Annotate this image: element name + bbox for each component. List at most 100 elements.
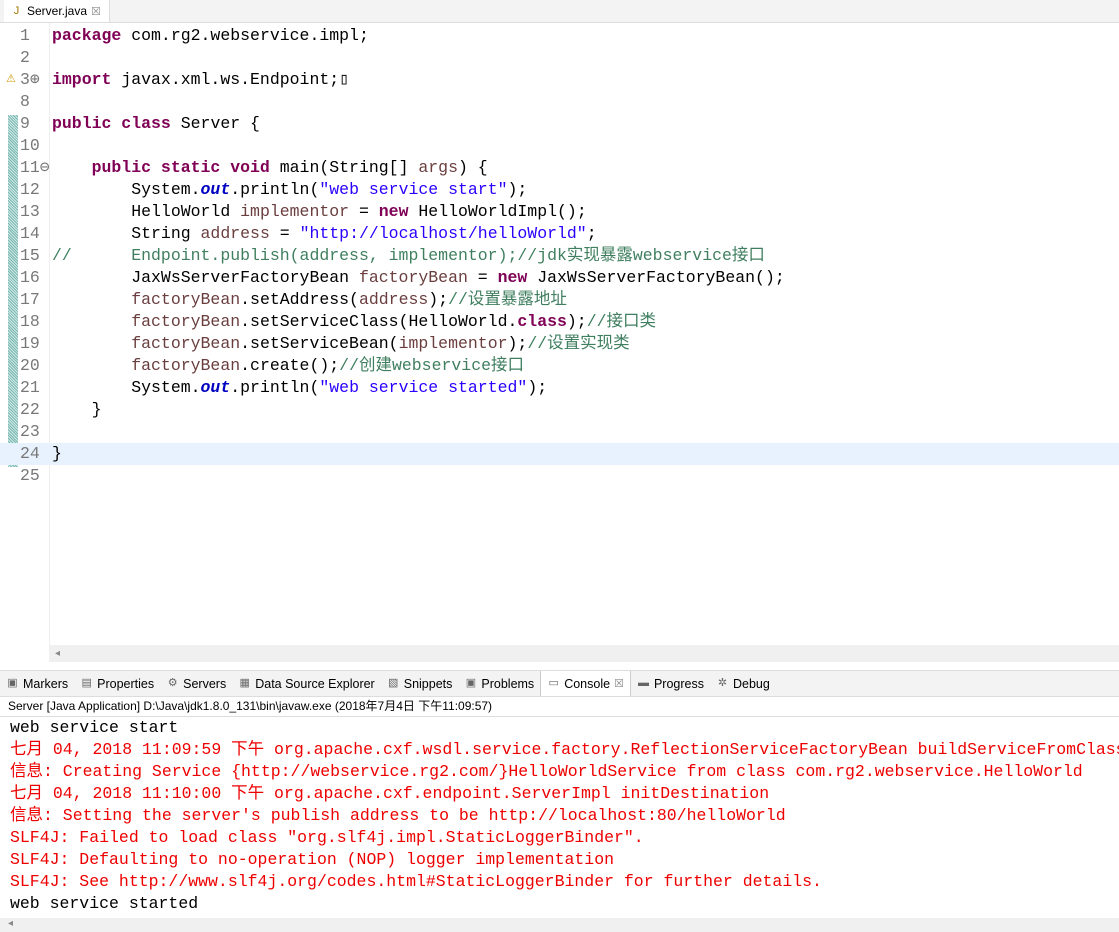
code-text: // Endpoint.publish(address, implementor… <box>52 245 765 267</box>
line-number: 3⊕ <box>20 70 40 89</box>
code-token: ); <box>507 334 528 353</box>
code-token: factoryBean <box>52 312 241 331</box>
code-line[interactable]: 2 <box>0 47 1119 69</box>
close-icon[interactable]: ☒ <box>614 677 624 690</box>
snippets-icon: ▧ <box>388 677 399 689</box>
code-token: } <box>52 444 62 463</box>
code-line[interactable]: 22 } <box>0 399 1119 421</box>
code-token: .setAddress( <box>240 290 359 309</box>
code-token: ); <box>527 378 548 397</box>
code-token: .println( <box>230 378 320 397</box>
code-line[interactable]: 9 public class Server { <box>0 113 1119 135</box>
code-text: System.out.println("web service started"… <box>52 377 547 399</box>
editor-tab-title: Server.java <box>27 4 88 18</box>
code-token: //创建webservice接口 <box>339 356 524 375</box>
code-line[interactable]: 13 HelloWorld implementor = new HelloWor… <box>0 201 1119 223</box>
tab-console[interactable]: ▭ Console ☒ <box>540 671 631 696</box>
progress-icon: ▬ <box>637 677 649 689</box>
tab-properties[interactable]: ▤ Properties <box>74 671 160 696</box>
console-line: web service started <box>10 894 199 913</box>
console-line: SLF4J: Failed to load class "org.slf4j.i… <box>10 828 644 847</box>
code-token: String <box>52 224 201 243</box>
code-line[interactable]: 19 factoryBean.setServiceBean(implemento… <box>0 333 1119 355</box>
code-token: System. <box>52 180 201 199</box>
code-token: javax.xml.ws.Endpoint; <box>121 70 340 89</box>
code-token: "web service start" <box>319 180 508 199</box>
console-line: 信息: Creating Service {http://webservice.… <box>10 762 1083 781</box>
code-token: factoryBean <box>358 268 468 287</box>
code-line[interactable]: 18 factoryBean.setServiceClass(HelloWorl… <box>0 311 1119 333</box>
line-number: 10 <box>20 136 40 155</box>
code-token: ▯ <box>339 70 350 89</box>
code-token: .println( <box>230 180 320 199</box>
code-text: factoryBean.setAddress(address);//设置暴露地址 <box>52 289 567 311</box>
code-line[interactable]: 23 <box>0 421 1119 443</box>
line-number: 8 <box>20 92 30 111</box>
tab-servers[interactable]: ⚙ Servers <box>160 671 232 696</box>
code-token: HelloWorld <box>52 202 241 221</box>
code-token: .setServiceBean( <box>240 334 399 353</box>
properties-icon: ▤ <box>81 677 92 689</box>
code-editor[interactable]: ⚠ 1 package com.rg2.webservice.impl; 2 3⊕ im… <box>0 23 1119 645</box>
console-line: web service start <box>10 718 179 737</box>
servers-icon: ⚙ <box>167 677 178 689</box>
tab-problems[interactable]: ▣ Problems <box>458 671 540 696</box>
line-number: 19 <box>20 334 40 353</box>
code-text: factoryBean.setServiceBean(implementor);… <box>52 333 630 355</box>
code-text: } <box>52 399 102 421</box>
tab-label: Markers <box>23 676 69 691</box>
code-token: class <box>517 312 567 331</box>
console-line: 七月 04, 2018 11:09:59 下午 org.apache.cxf.w… <box>10 740 1119 759</box>
editor-tab-server-java[interactable]: J Server.java ☒ <box>4 0 110 22</box>
code-line[interactable]: 1 package com.rg2.webservice.impl; <box>0 25 1119 47</box>
code-line[interactable]: 12 System.out.println("web service start… <box>0 179 1119 201</box>
tab-label: Console <box>564 676 611 691</box>
line-number: 1 <box>20 26 30 45</box>
code-token: implementor <box>240 202 350 221</box>
code-line[interactable]: 21 System.out.println("web service start… <box>0 377 1119 399</box>
code-line[interactable]: 10 <box>0 135 1119 157</box>
line-number: 21 <box>20 378 40 397</box>
code-line[interactable]: 17 factoryBean.setAddress(address);//设置暴… <box>0 289 1119 311</box>
tab-snippets[interactable]: ▧ Snippets <box>381 671 459 696</box>
code-token: ) { <box>457 158 488 177</box>
code-text: factoryBean.create();//创建webservice接口 <box>52 355 524 377</box>
tab-progress[interactable]: ▬ Progress <box>631 671 710 696</box>
tab-label: Servers <box>183 676 227 691</box>
code-token: import <box>52 70 122 89</box>
tab-data-source-explorer[interactable]: ▦ Data Source Explorer <box>232 671 381 696</box>
console-horizontal-scrollbar[interactable]: ◂ <box>0 918 1119 932</box>
line-number: 12 <box>20 180 40 199</box>
code-line[interactable]: 3⊕ import javax.xml.ws.Endpoint;▯ <box>0 69 1119 91</box>
code-token: public static void <box>52 158 280 177</box>
tab-debug[interactable]: ✲ Debug <box>710 671 776 696</box>
data-source-icon: ▦ <box>239 677 250 689</box>
code-token: //设置实现类 <box>527 334 630 353</box>
editor-tab-bar: J Server.java ☒ <box>0 0 1119 23</box>
code-line[interactable]: 16 JaxWsServerFactoryBean factoryBean = … <box>0 267 1119 289</box>
code-line[interactable]: 15 // Endpoint.publish(address, implement… <box>0 245 1119 267</box>
code-line[interactable]: 14 String address = "http://localhost/he… <box>0 223 1119 245</box>
code-line[interactable]: 8 <box>0 91 1119 113</box>
console-line: SLF4J: Defaulting to no-operation (NOP) … <box>10 850 614 869</box>
code-line[interactable]: 25 <box>0 465 1119 487</box>
debug-icon: ✲ <box>717 677 728 689</box>
code-token: com.rg2.webservice.impl; <box>131 26 369 45</box>
code-line[interactable]: 24} <box>0 443 1119 465</box>
tab-label: Debug <box>732 676 770 691</box>
code-line[interactable]: 20 factoryBean.create();//创建webservice接口 <box>0 355 1119 377</box>
code-token: out <box>200 378 231 397</box>
code-token: implementor <box>398 334 508 353</box>
close-icon[interactable]: ☒ <box>91 5 101 18</box>
problems-icon: ▣ <box>465 677 477 689</box>
code-line[interactable]: 11⊖ public static void main(String[] arg… <box>0 157 1119 179</box>
code-text: public class Server { <box>52 113 260 135</box>
code-token: { <box>250 114 260 133</box>
tab-markers[interactable]: ▣ Markers <box>0 671 74 696</box>
console-line: SLF4J: See http://www.slf4j.org/codes.ht… <box>10 872 822 891</box>
console-output[interactable]: web service start 七月 04, 2018 11:09:59 下午… <box>0 716 1119 919</box>
code-text: public static void main(String[] args) { <box>52 157 488 179</box>
horizontal-scrollbar[interactable]: ◂ <box>49 645 1119 662</box>
code-token: .create(); <box>240 356 340 375</box>
line-number: 15 <box>20 246 40 265</box>
